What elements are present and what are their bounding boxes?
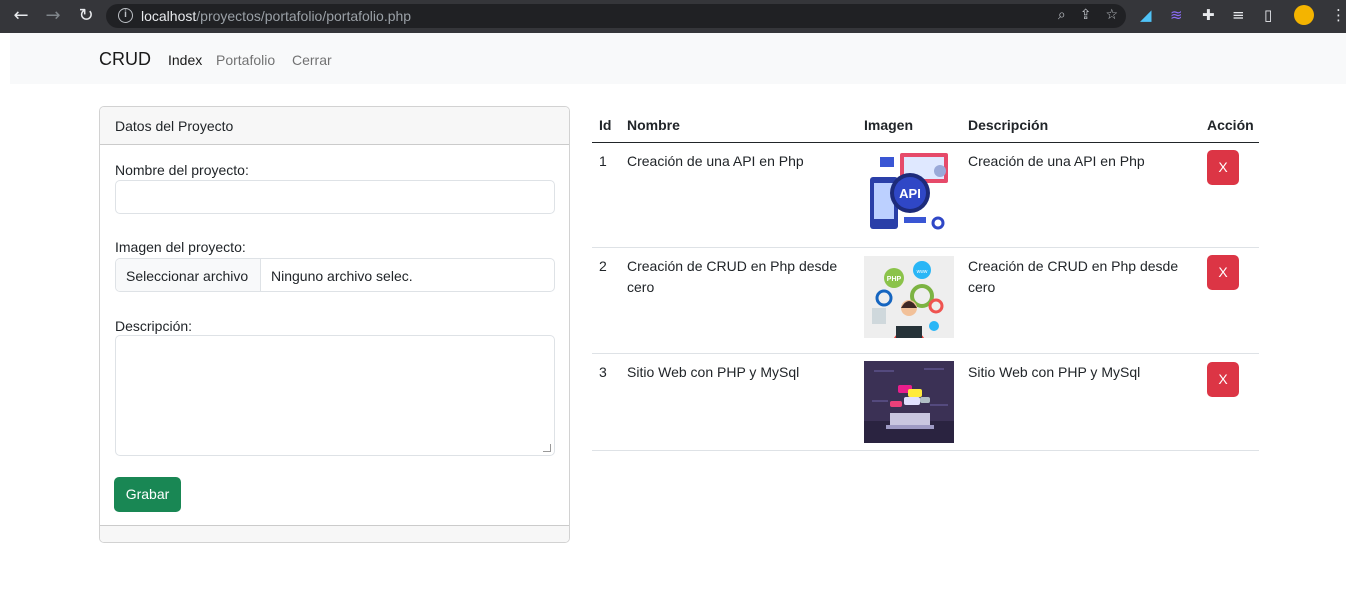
column-header-accion: Acción bbox=[1207, 117, 1254, 133]
nav-link-portafolio[interactable]: Portafolio bbox=[216, 52, 275, 68]
extension-icon[interactable]: ◢ bbox=[1140, 6, 1152, 24]
row-id: 1 bbox=[599, 153, 607, 169]
api-illustration-image: API bbox=[864, 151, 954, 233]
site-info-icon[interactable]: i bbox=[118, 8, 133, 23]
row-name: Sitio Web con PHP y MySql bbox=[627, 364, 800, 380]
save-button[interactable]: Grabar bbox=[114, 477, 181, 512]
column-header-imagen: Imagen bbox=[864, 117, 914, 133]
description-textarea[interactable] bbox=[115, 335, 555, 456]
menu-kebab-icon[interactable]: ⋮ bbox=[1331, 6, 1346, 24]
row-name: Creación de CRUD en Php desde cero bbox=[627, 258, 838, 295]
card-footer bbox=[100, 525, 569, 542]
share-icon[interactable]: ⇪ bbox=[1080, 7, 1092, 23]
resize-grip-icon[interactable] bbox=[543, 444, 551, 452]
puzzle-icon[interactable]: ✚ bbox=[1202, 6, 1215, 24]
back-arrow-icon[interactable]: ← bbox=[12, 7, 30, 25]
project-name-input[interactable] bbox=[115, 180, 555, 214]
side-panel-icon[interactable]: ▯ bbox=[1264, 6, 1272, 24]
column-header-descripcion: Descripción bbox=[968, 117, 1049, 133]
php-developer-illustration-image: PHP www bbox=[864, 256, 954, 338]
file-status-text: Ninguno archivo selec. bbox=[271, 268, 413, 284]
name-label: Nombre del proyecto: bbox=[115, 162, 249, 178]
delete-button[interactable]: X bbox=[1207, 362, 1239, 397]
column-header-nombre: Nombre bbox=[627, 117, 680, 133]
row-id: 3 bbox=[599, 364, 607, 380]
address-bar[interactable]: i localhost/proyectos/portafolio/portafo… bbox=[106, 4, 1126, 28]
row-description: Creación de CRUD en Php desde cero bbox=[968, 258, 1179, 295]
delete-button[interactable]: X bbox=[1207, 150, 1239, 185]
forward-arrow-icon[interactable]: → bbox=[44, 7, 62, 25]
extension-icon[interactable]: ≋ bbox=[1170, 6, 1183, 24]
browser-toolbar: ← → ↻ i localhost/proyectos/portafolio/p… bbox=[0, 0, 1346, 33]
image-label: Imagen del proyecto: bbox=[115, 239, 246, 255]
profile-avatar-icon[interactable] bbox=[1294, 5, 1314, 25]
svg-text:API: API bbox=[899, 186, 921, 201]
zoom-icon[interactable]: ⌕ bbox=[1058, 7, 1066, 23]
row-name: Creación de una API en Php bbox=[627, 153, 804, 169]
nav-link-index[interactable]: Index bbox=[168, 52, 202, 68]
row-id: 2 bbox=[599, 258, 607, 274]
description-label: Descripción: bbox=[115, 318, 193, 334]
table-row: 2 Creación de CRUD en Php desde cero PHP… bbox=[592, 248, 1259, 354]
svg-text:www: www bbox=[917, 269, 928, 275]
delete-button[interactable]: X bbox=[1207, 255, 1239, 290]
project-image-file-input[interactable]: Seleccionar archivo Ninguno archivo sele… bbox=[115, 258, 555, 292]
choose-file-button[interactable]: Seleccionar archivo bbox=[116, 259, 261, 291]
svg-text:PHP: PHP bbox=[887, 276, 902, 283]
column-header-id: Id bbox=[599, 117, 612, 133]
reload-icon[interactable]: ↻ bbox=[77, 7, 95, 25]
card-header: Datos del Proyecto bbox=[100, 107, 569, 145]
row-description: Sitio Web con PHP y MySql bbox=[968, 364, 1141, 380]
table-row: 3 Sitio Web con PHP y MySql Sitio Web co… bbox=[592, 354, 1259, 451]
project-form-card: Datos del Proyecto Nombre del proyecto: … bbox=[99, 106, 570, 543]
bookmark-star-icon[interactable]: ☆ bbox=[1105, 7, 1118, 23]
nav-link-cerrar[interactable]: Cerrar bbox=[292, 52, 332, 68]
navbar: CRUD Index Portafolio Cerrar bbox=[10, 33, 1346, 84]
url-text[interactable]: localhost/proyectos/portafolio/portafoli… bbox=[141, 8, 411, 24]
laptop-code-illustration-image bbox=[864, 361, 954, 443]
row-description: Creación de una API en Php bbox=[968, 153, 1145, 169]
table-row: 1 Creación de una API en Php API Creació… bbox=[592, 143, 1259, 248]
navbar-brand[interactable]: CRUD bbox=[99, 49, 151, 70]
media-control-icon[interactable]: ≡ bbox=[1232, 6, 1245, 24]
